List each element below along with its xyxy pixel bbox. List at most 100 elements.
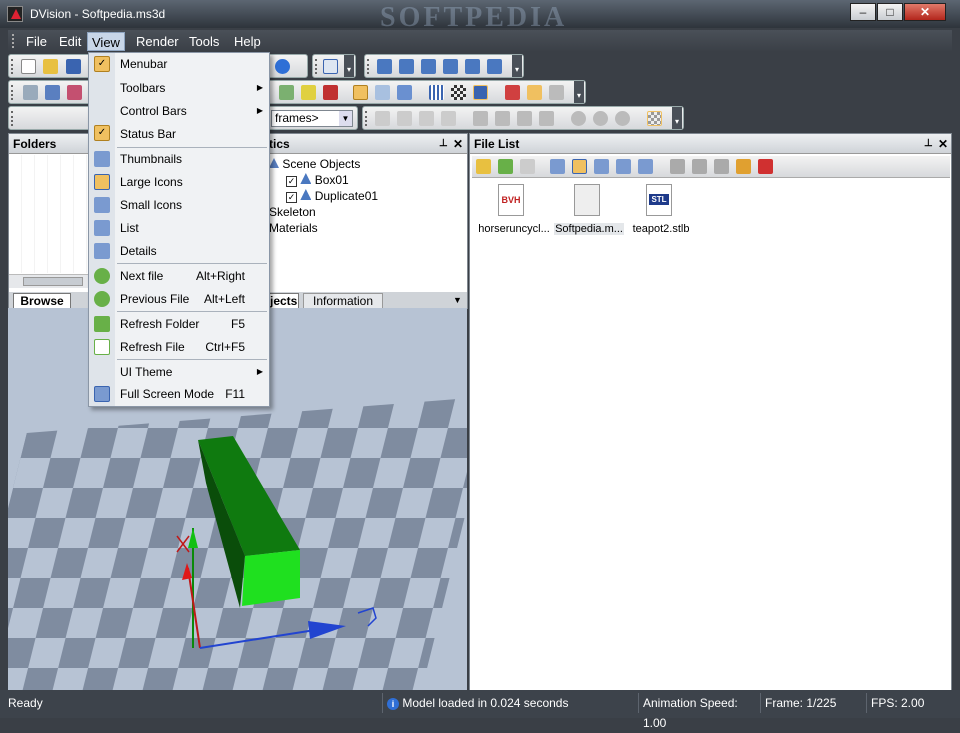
frames-select[interactable]: frames> ▼ (271, 110, 353, 127)
toolbar-grip[interactable] (11, 59, 14, 74)
pan-icon[interactable] (571, 111, 586, 126)
light-icon[interactable] (301, 85, 316, 100)
hierarchy-icon[interactable] (45, 85, 60, 100)
panel-close-icon[interactable]: ✕ (453, 134, 463, 154)
nav-up-alt-icon[interactable] (465, 59, 480, 74)
tab-objects[interactable]: jects (269, 293, 299, 309)
resize-icon[interactable] (441, 111, 456, 126)
background-icon[interactable] (647, 111, 662, 126)
select-icon[interactable] (23, 85, 38, 100)
filter-icon[interactable] (520, 159, 535, 174)
menu-item-list[interactable]: List (115, 217, 269, 239)
tree-item-duplicate01[interactable]: ✓ Duplicate01 (286, 189, 378, 203)
save-icon[interactable] (66, 59, 81, 74)
toolbar-grip[interactable] (11, 85, 14, 100)
delete-icon[interactable] (758, 159, 773, 174)
menu-item-menubar[interactable]: Menubar (115, 53, 269, 75)
tab-menu-icon[interactable]: ▼ (453, 295, 462, 305)
details-view-icon[interactable] (638, 159, 653, 174)
joint-icon[interactable] (505, 85, 520, 100)
menu-item-small-icons[interactable]: Small Icons (115, 194, 269, 216)
close-button[interactable]: ✕ (904, 3, 946, 21)
align-icon[interactable] (375, 111, 390, 126)
menu-item-status-bar[interactable]: Status Bar (115, 123, 269, 145)
scrollbar-thumb[interactable] (23, 277, 83, 286)
texture-icon[interactable] (473, 85, 488, 100)
file-item-selected[interactable]: Softpedia.m... (554, 182, 624, 238)
menu-help[interactable]: Help (230, 32, 265, 51)
menu-file[interactable]: File (22, 32, 51, 51)
toolbar-overflow-icon[interactable]: ▾ (344, 55, 354, 77)
rename-icon[interactable] (736, 159, 751, 174)
menu-item-refresh-folder[interactable]: Refresh Folder F5 (115, 313, 269, 335)
camera-icon[interactable] (549, 85, 564, 100)
toolbar-grip[interactable] (365, 111, 368, 126)
nav-down-icon[interactable] (399, 59, 414, 74)
chevron-down-icon[interactable]: ▼ (339, 111, 352, 126)
menu-item-control-bars[interactable]: Control Bars ▶ (115, 100, 269, 122)
nav-first-icon[interactable] (377, 59, 392, 74)
minimize-button[interactable]: – (850, 3, 876, 21)
tree-item-skeleton[interactable]: Skeleton (269, 205, 316, 219)
app-icon[interactable] (7, 6, 23, 22)
pen-icon[interactable] (323, 85, 338, 100)
menu-item-full-screen[interactable]: Full Screen Mode F11 (115, 383, 269, 405)
up-folder-icon[interactable] (476, 159, 491, 174)
refresh-icon[interactable] (498, 159, 513, 174)
tree-root[interactable]: Scene Objects (269, 157, 360, 171)
menu-tools[interactable]: Tools (185, 32, 223, 51)
menu-render[interactable]: Render (132, 32, 183, 51)
menu-item-thumbnails[interactable]: Thumbnails (115, 148, 269, 170)
file-item[interactable]: BVH horseruncycl... (474, 182, 554, 238)
bones-icon[interactable] (67, 85, 82, 100)
pin-icon[interactable]: ⊥ (924, 134, 933, 154)
toolbar-grip[interactable] (367, 59, 370, 74)
menu-item-next-file[interactable]: Next file Alt+Right (115, 265, 269, 287)
checkbox-icon[interactable]: ✓ (286, 176, 297, 187)
nav-last-icon[interactable] (487, 59, 502, 74)
zoom-in-icon[interactable] (593, 111, 608, 126)
swap-icon[interactable] (419, 111, 434, 126)
tab-browse[interactable]: Browse (13, 293, 71, 309)
maximize-button[interactable]: □ (877, 3, 903, 21)
panel-close-icon[interactable]: ✕ (938, 134, 948, 154)
nav-down-alt-icon[interactable] (421, 59, 436, 74)
list-view-icon[interactable] (616, 159, 631, 174)
new-icon[interactable] (21, 59, 36, 74)
menu-edit[interactable]: Edit (55, 32, 85, 51)
toolbar-overflow-icon[interactable]: ▾ (574, 81, 584, 103)
thumbnails-view-icon[interactable] (550, 159, 565, 174)
grid-icon[interactable] (429, 85, 444, 100)
title-bar[interactable]: DVision - Softpedia.ms3d SOFTPEDIA – □ ✕ (0, 0, 960, 33)
menu-view[interactable]: View (87, 32, 125, 51)
help-icon[interactable] (275, 59, 290, 74)
menubar-grip[interactable] (12, 34, 15, 48)
menu-item-toolbars[interactable]: Toolbars ▶ (115, 77, 269, 99)
menu-item-previous-file[interactable]: Previous File Alt+Left (115, 288, 269, 310)
menu-item-refresh-file[interactable]: Refresh File Ctrl+F5 (115, 336, 269, 358)
checker-icon[interactable] (451, 85, 466, 100)
render-icon[interactable] (539, 111, 554, 126)
toolbar-overflow-icon[interactable]: ▾ (672, 107, 682, 129)
file-item[interactable]: STL teapot2.stlb (624, 182, 698, 238)
tree-item-box01[interactable]: ✓ Box01 (286, 173, 349, 187)
wire-box-icon[interactable] (353, 85, 368, 100)
large-icons-view-icon[interactable] (572, 159, 587, 174)
menu-item-ui-theme[interactable]: UI Theme ▶ (115, 361, 269, 383)
screenshot-icon[interactable] (517, 111, 532, 126)
menu-item-large-icons[interactable]: Large Icons (115, 171, 269, 193)
tree-item-materials[interactable]: Materials (269, 221, 318, 235)
cut-icon[interactable] (670, 159, 685, 174)
window-icon[interactable] (323, 59, 338, 74)
pin-icon[interactable]: ⊥ (439, 134, 448, 154)
fit-icon[interactable] (473, 111, 488, 126)
menu-item-details[interactable]: Details (115, 240, 269, 262)
tab-information[interactable]: Information (303, 293, 383, 309)
open-icon[interactable] (43, 59, 58, 74)
copy-icon[interactable] (692, 159, 707, 174)
toolbar-grip[interactable] (11, 111, 14, 126)
nav-up-icon[interactable] (443, 59, 458, 74)
toolbar-overflow-icon[interactable]: ▾ (512, 55, 522, 77)
zoom-out-icon[interactable] (615, 111, 630, 126)
text-icon[interactable] (397, 111, 412, 126)
